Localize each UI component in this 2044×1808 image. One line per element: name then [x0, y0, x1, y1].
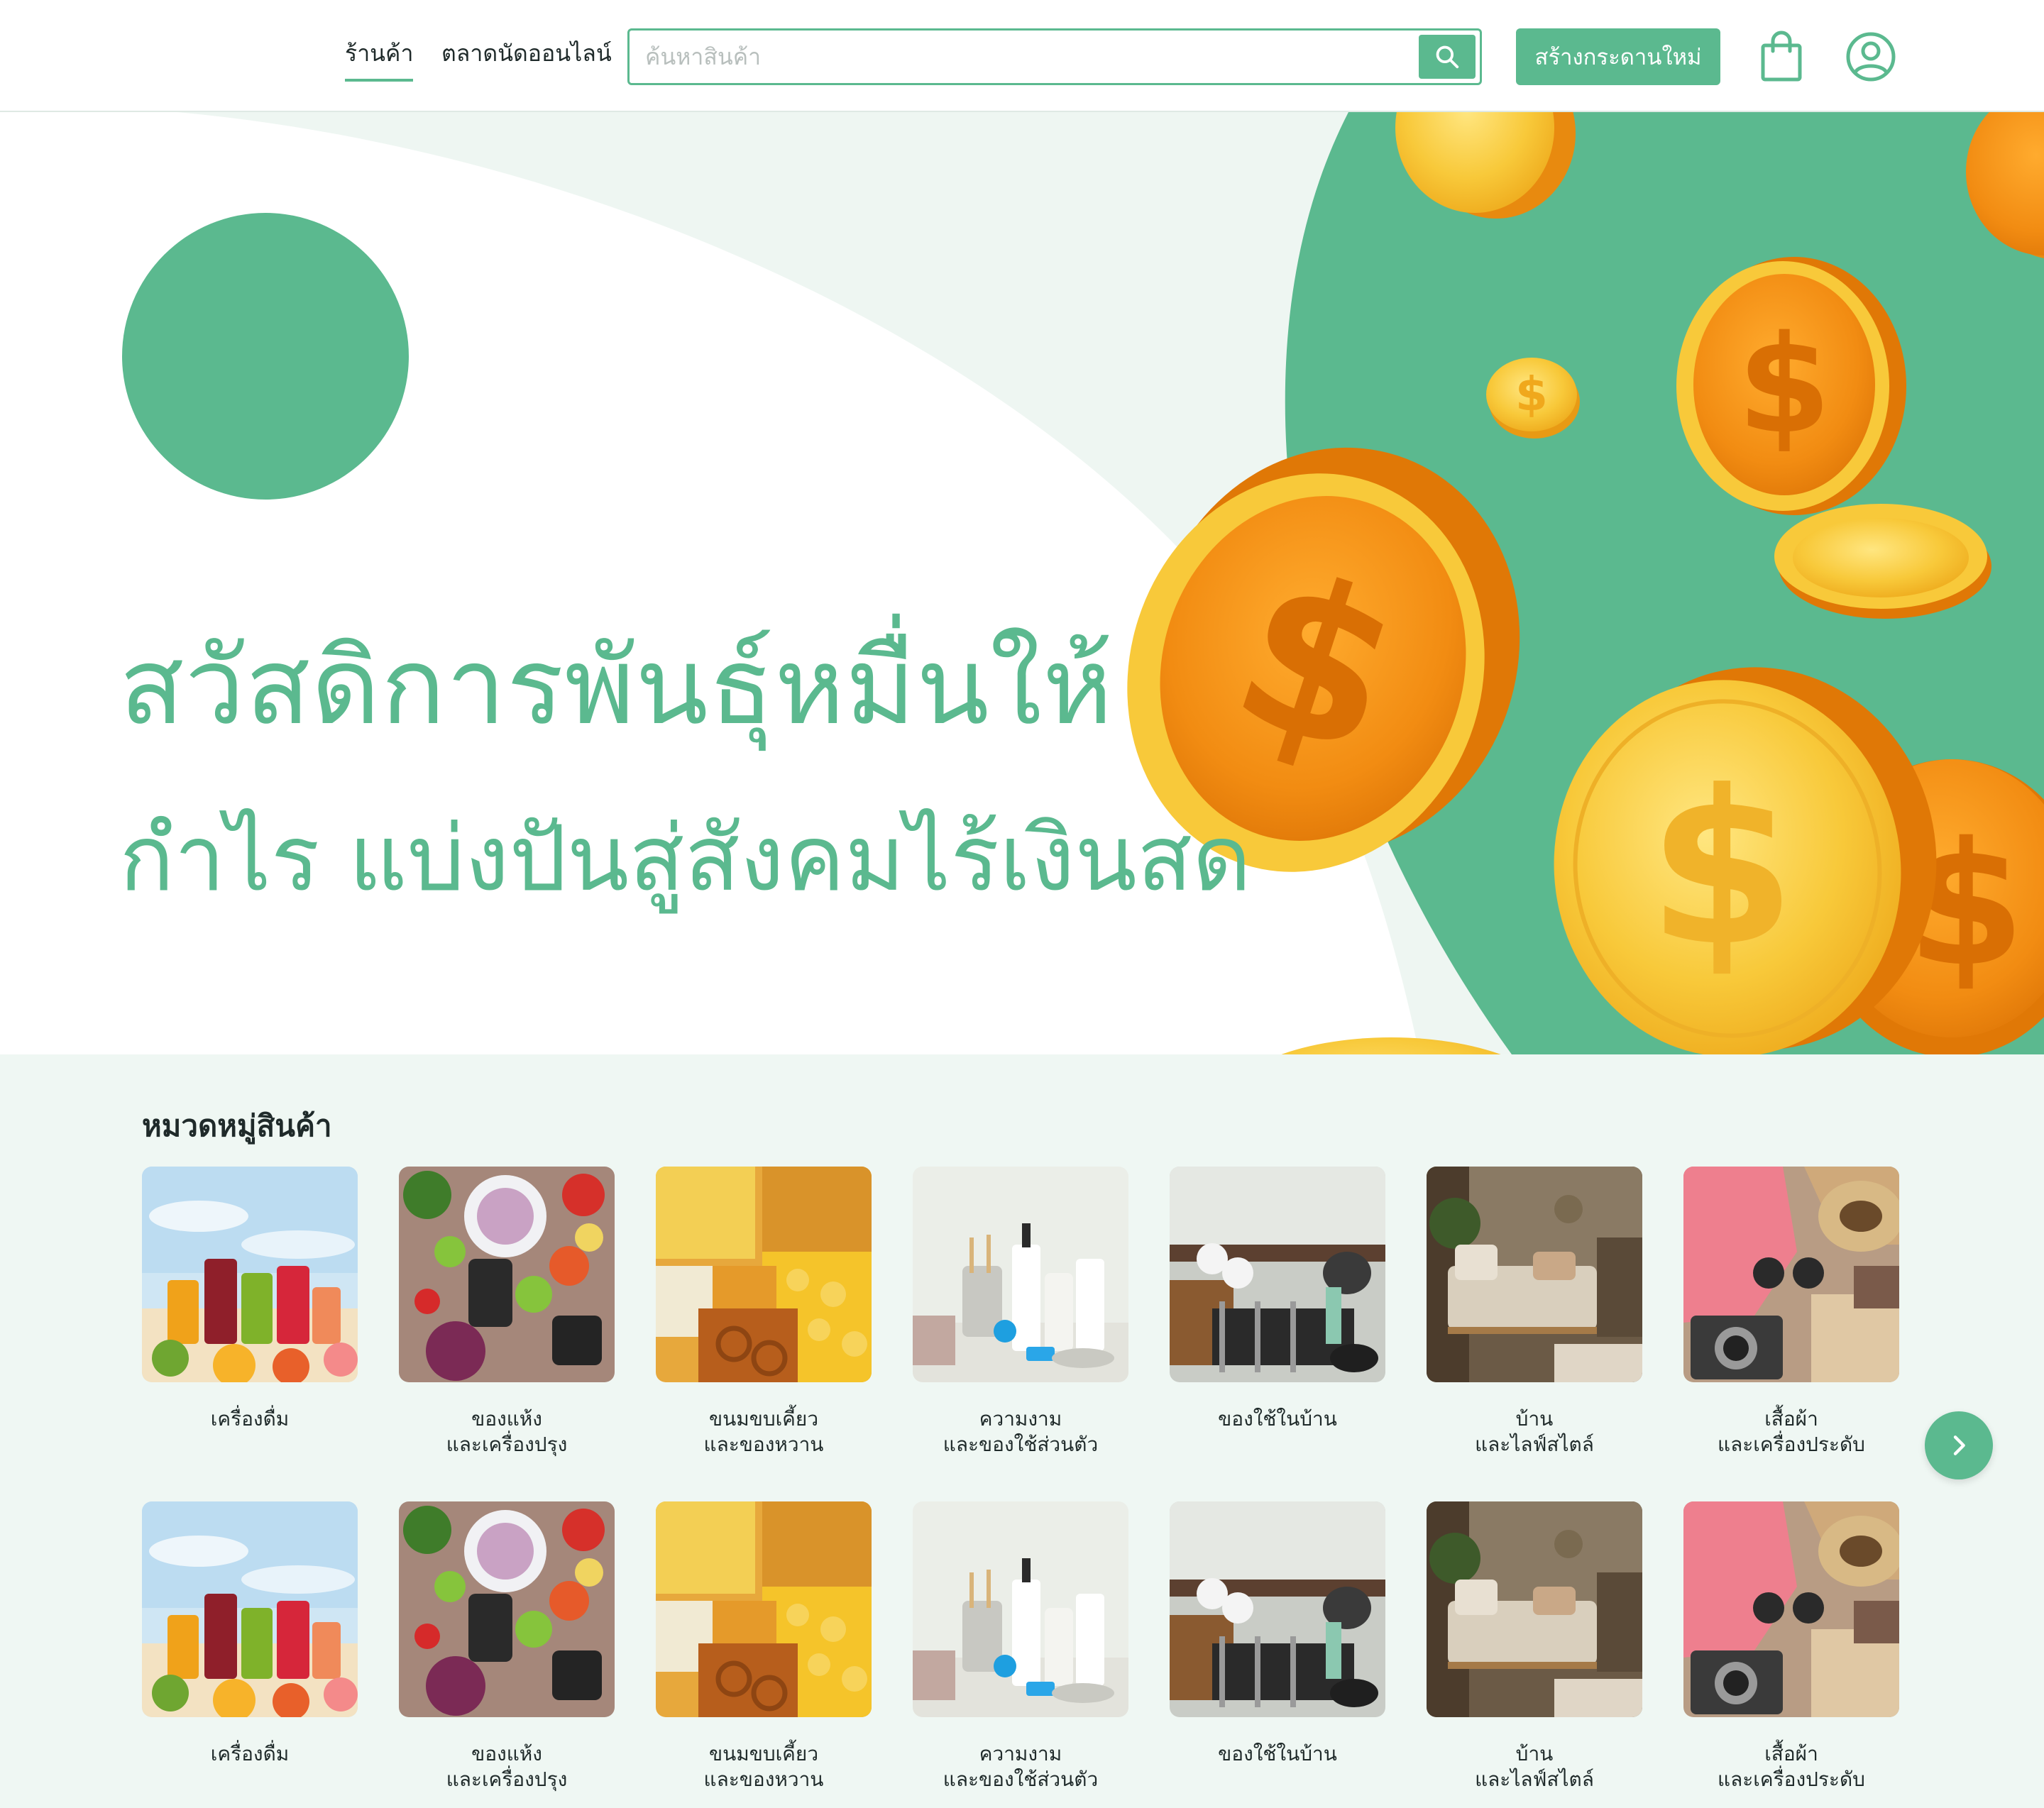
category-label-line2: และเครื่องปรุง: [446, 1433, 568, 1456]
category-item-beauty[interactable]: ความงาม และของใช้ส่วนตัว: [913, 1501, 1128, 1792]
svg-text:$: $: [1515, 367, 1548, 421]
dry-food-spices-photo: [399, 1167, 615, 1382]
category-label-line2: และไลฟ์สไตล์: [1475, 1768, 1594, 1791]
category-label: ขนมขบเคี้ยว: [708, 1742, 819, 1765]
category-label-line2: และไลฟ์สไตล์: [1475, 1433, 1594, 1456]
home-lifestyle-photo: [1427, 1167, 1642, 1382]
household-items-photo: [1170, 1501, 1385, 1717]
drinks-photo: [142, 1167, 358, 1382]
top-navbar: ร้านค้า ตลาดนัดออนไลน์ สร้างกระดานใหม่: [0, 0, 2044, 112]
hero-headline-line2: กำไร แบ่งปันสู่สังคมไร้เงินสด: [119, 806, 1252, 912]
category-label-line2: และเครื่องปรุง: [446, 1768, 568, 1791]
category-section: หมวดหมู่สินค้า เครื่องดื่ม ของแห้ง และเค…: [0, 1054, 2044, 1808]
category-label: เสื้อผ้า: [1764, 1407, 1818, 1431]
nav-link-shop[interactable]: ร้านค้า: [345, 35, 414, 82]
category-label-line2: และของใช้ส่วนตัว: [943, 1433, 1099, 1456]
category-item-home-lifestyle[interactable]: บ้าน และไลฟ์สไตล์: [1427, 1167, 1642, 1457]
create-board-button[interactable]: สร้างกระดานใหม่: [1516, 28, 1720, 85]
category-label: ของใช้ในบ้าน: [1218, 1742, 1337, 1765]
category-label: ของใช้ในบ้าน: [1218, 1407, 1337, 1431]
search-bar: [627, 28, 1482, 85]
category-row: เครื่องดื่ม ของแห้ง และเครื่องปรุง ขนมขบ…: [142, 1167, 1930, 1479]
chevron-right-icon: [1953, 1435, 1965, 1455]
category-label: ของแห้ง: [471, 1742, 542, 1765]
category-item-beauty[interactable]: ความงาม และของใช้ส่วนตัว: [913, 1167, 1128, 1457]
category-label-line2: และของหวาน: [703, 1433, 824, 1456]
category-item-clothing[interactable]: เสื้อผ้า และเครื่องประดับ: [1683, 1167, 1899, 1457]
category-label: บ้าน: [1515, 1742, 1554, 1765]
drinks-photo: [142, 1501, 358, 1717]
shopping-bag-icon: [1761, 31, 1802, 82]
category-item-dry-food[interactable]: ของแห้ง และเครื่องปรุง: [399, 1501, 615, 1792]
search-input[interactable]: [645, 31, 1397, 83]
snacks-photo: [656, 1167, 872, 1382]
hero-headline-line1: สวัสดิการพันธุ์หมื่นให้: [119, 625, 1114, 749]
category-label: ความงาม: [979, 1407, 1062, 1431]
category-item-drinks[interactable]: เครื่องดื่ม: [142, 1167, 358, 1432]
category-label-line2: และเครื่องประดับ: [1718, 1768, 1865, 1791]
household-items-photo: [1170, 1167, 1385, 1382]
category-item-household[interactable]: ของใช้ในบ้าน: [1170, 1501, 1385, 1767]
category-label: เครื่องดื่ม: [210, 1742, 290, 1765]
user-circle-icon: [1846, 32, 1896, 82]
category-item-snacks[interactable]: ขนมขบเคี้ยว และของหวาน: [656, 1501, 872, 1792]
clothing-accessories-photo: [1683, 1167, 1899, 1382]
nav-link-online-market[interactable]: ตลาดนัดออนไลน์: [441, 35, 612, 72]
category-item-dry-food[interactable]: ของแห้ง และเครื่องปรุง: [399, 1167, 615, 1457]
search-icon: [1436, 45, 1459, 69]
beauty-personal-care-photo: [913, 1167, 1128, 1382]
svg-text:$: $: [1737, 307, 1831, 463]
category-item-drinks[interactable]: เครื่องดื่ม: [142, 1501, 358, 1767]
category-label: ความงาม: [979, 1742, 1062, 1765]
category-row: เครื่องดื่ม ของแห้ง และเครื่องปรุง ขนมขบ…: [142, 1501, 1930, 1808]
home-lifestyle-photo: [1427, 1501, 1642, 1717]
profile-button[interactable]: [1845, 31, 1896, 82]
category-label: ขนมขบเคี้ยว: [708, 1407, 819, 1431]
hero-banner: $ $ $ $ $ สวัสดิการพันธุ์หมื่นให้ กำไร แ…: [0, 112, 2044, 1054]
dry-food-spices-photo: [399, 1501, 615, 1717]
search-button[interactable]: [1419, 35, 1476, 79]
category-section-title: หมวดหมู่สินค้า: [142, 1108, 332, 1143]
category-next-button[interactable]: [1925, 1411, 1993, 1479]
category-item-household[interactable]: ของใช้ในบ้าน: [1170, 1167, 1385, 1432]
snacks-photo: [656, 1501, 872, 1717]
cart-button[interactable]: [1759, 28, 1804, 85]
category-item-home-lifestyle[interactable]: บ้าน และไลฟ์สไตล์: [1427, 1501, 1642, 1792]
category-label-line2: และของใช้ส่วนตัว: [943, 1768, 1099, 1791]
category-label: เครื่องดื่ม: [210, 1407, 290, 1431]
category-item-clothing[interactable]: เสื้อผ้า และเครื่องประดับ: [1683, 1501, 1899, 1792]
beauty-personal-care-photo: [913, 1501, 1128, 1717]
category-label: บ้าน: [1515, 1407, 1554, 1431]
category-label-line2: และของหวาน: [703, 1768, 824, 1791]
clothing-accessories-photo: [1683, 1501, 1899, 1717]
svg-text:$: $: [1648, 745, 1796, 993]
category-label-line2: และเครื่องประดับ: [1718, 1433, 1865, 1456]
category-item-snacks[interactable]: ขนมขบเคี้ยว และของหวาน: [656, 1167, 872, 1457]
category-label: เสื้อผ้า: [1764, 1742, 1818, 1765]
category-label: ของแห้ง: [471, 1407, 542, 1431]
